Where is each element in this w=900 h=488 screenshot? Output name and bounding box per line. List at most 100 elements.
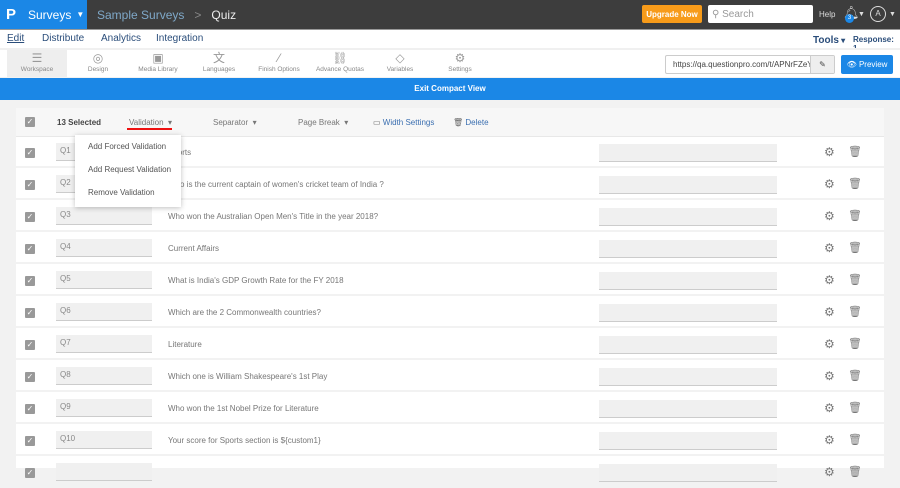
- menu-add-request-validation[interactable]: Add Request Validation: [88, 165, 171, 174]
- gear-icon[interactable]: ⚙: [824, 145, 835, 159]
- chevron-down-icon[interactable]: ▼: [858, 11, 865, 18]
- answer-field[interactable]: [599, 464, 777, 482]
- gear-icon[interactable]: ⚙: [824, 177, 835, 191]
- trash-icon[interactable]: 🗑︎: [848, 177, 862, 190]
- answer-field[interactable]: [599, 176, 777, 194]
- trash-icon[interactable]: 🗑︎: [848, 401, 862, 414]
- answer-field[interactable]: [599, 336, 777, 354]
- question-number-field[interactable]: Q7: [56, 335, 152, 353]
- question-text[interactable]: Current Affairs: [168, 244, 219, 253]
- preview-button[interactable]: 👁︎ Preview: [841, 55, 893, 74]
- question-text[interactable]: Which one is William Shakespeare's 1st P…: [168, 372, 327, 381]
- help-link[interactable]: Help: [819, 10, 835, 19]
- gear-icon[interactable]: ⚙: [824, 305, 835, 319]
- answer-field[interactable]: [599, 368, 777, 386]
- answer-field[interactable]: [599, 304, 777, 322]
- trash-icon[interactable]: 🗑︎: [848, 465, 862, 478]
- answer-field[interactable]: [599, 272, 777, 290]
- gear-icon[interactable]: ⚙: [824, 273, 835, 287]
- validation-dropdown[interactable]: Validation ▾: [129, 118, 172, 127]
- row-checkbox[interactable]: ✓: [25, 468, 35, 478]
- question-number-field[interactable]: Q5: [56, 271, 152, 289]
- gear-icon[interactable]: ⚙: [824, 401, 835, 415]
- survey-url-field[interactable]: https://qa.questionpro.com/t/APNrFZeY ✎: [665, 55, 835, 74]
- trash-icon[interactable]: 🗑︎: [848, 241, 862, 254]
- row-checkbox[interactable]: ✓: [25, 244, 35, 254]
- tab-analytics[interactable]: Analytics: [101, 33, 141, 44]
- width-settings-button[interactable]: ▭ Width Settings: [373, 118, 434, 127]
- trash-icon[interactable]: 🗑︎: [848, 209, 862, 222]
- active-underline: [127, 128, 172, 130]
- question-text[interactable]: Who won the Australian Open Men's Title …: [168, 212, 378, 221]
- question-number-field[interactable]: Q10: [56, 431, 152, 449]
- gear-icon[interactable]: ⚙: [824, 465, 835, 479]
- question-text[interactable]: Which are the 2 Commonwealth countries?: [168, 308, 321, 317]
- tab-integration[interactable]: Integration: [156, 33, 203, 44]
- tool-media-library[interactable]: ▣ Media Library: [128, 50, 188, 77]
- row-checkbox[interactable]: ✓: [25, 148, 35, 158]
- translate-icon: 文: [212, 51, 225, 65]
- upgrade-now-button[interactable]: Upgrade Now: [642, 5, 702, 23]
- trash-icon[interactable]: 🗑︎: [848, 433, 862, 446]
- surveys-menu[interactable]: P Surveys ▼: [0, 0, 87, 29]
- gear-icon[interactable]: ⚙: [824, 209, 835, 223]
- question-text[interactable]: Your score for Sports section is ${custo…: [168, 436, 321, 445]
- question-number-field[interactable]: Q4: [56, 239, 152, 257]
- question-number-field[interactable]: Q3: [56, 207, 152, 225]
- row-checkbox[interactable]: ✓: [25, 308, 35, 318]
- answer-field[interactable]: [599, 240, 777, 258]
- gear-icon[interactable]: ⚙: [824, 241, 835, 255]
- tool-design[interactable]: ◎ Design: [68, 50, 128, 77]
- row-checkbox[interactable]: ✓: [25, 212, 35, 222]
- bulk-actions-header: ✓ 13 Selected Validation ▾ Separator ▾ P…: [16, 108, 884, 137]
- tool-languages[interactable]: 文 Languages: [189, 50, 249, 77]
- row-checkbox[interactable]: ✓: [25, 404, 35, 414]
- question-text[interactable]: Literature: [168, 340, 202, 349]
- tool-workspace[interactable]: ☰ Workspace: [7, 50, 67, 77]
- tool-advance-quotas[interactable]: ⛓ Advance Quotas: [310, 50, 370, 77]
- gear-icon[interactable]: ⚙: [824, 433, 835, 447]
- breadcrumb-sample-surveys[interactable]: Sample Surveys: [97, 8, 184, 22]
- tool-settings[interactable]: ⚙ Settings: [430, 50, 490, 77]
- tool-variables[interactable]: ◇ Variables: [370, 50, 430, 77]
- answer-field[interactable]: [599, 432, 777, 450]
- avatar[interactable]: A: [870, 6, 886, 22]
- trash-icon[interactable]: 🗑︎: [848, 337, 862, 350]
- exit-compact-view-button[interactable]: Exit Compact View: [0, 78, 900, 100]
- tab-edit[interactable]: Edit: [7, 33, 24, 44]
- answer-field[interactable]: [599, 144, 777, 162]
- menu-add-forced-validation[interactable]: Add Forced Validation: [88, 142, 166, 151]
- question-number-field[interactable]: Q9: [56, 399, 152, 417]
- question-number-field[interactable]: Q8: [56, 367, 152, 385]
- delete-button[interactable]: 🗑︎ Delete: [453, 118, 489, 127]
- search-icon: ⚲: [712, 8, 723, 20]
- tab-distribute[interactable]: Distribute: [42, 33, 84, 44]
- trash-icon[interactable]: 🗑︎: [848, 369, 862, 382]
- select-all-checkbox[interactable]: ✓: [25, 117, 35, 127]
- trash-icon[interactable]: 🗑︎: [848, 305, 862, 318]
- menu-remove-validation[interactable]: Remove Validation: [88, 188, 155, 197]
- search-input[interactable]: ⚲ Search: [708, 5, 813, 23]
- validation-label: Validation: [129, 118, 164, 127]
- row-checkbox[interactable]: ✓: [25, 372, 35, 382]
- page-break-dropdown[interactable]: Page Break ▾: [298, 118, 348, 127]
- row-checkbox[interactable]: ✓: [25, 436, 35, 446]
- chevron-down-icon[interactable]: ▼: [889, 11, 896, 18]
- trash-icon[interactable]: 🗑︎: [848, 273, 862, 286]
- tool-finish-options[interactable]: ⁄ Finish Options: [249, 50, 309, 77]
- tools-menu[interactable]: Tools ▾: [813, 35, 845, 46]
- row-checkbox[interactable]: ✓: [25, 340, 35, 350]
- gear-icon[interactable]: ⚙: [824, 369, 835, 383]
- row-checkbox[interactable]: ✓: [25, 180, 35, 190]
- pencil-icon[interactable]: ✎: [810, 56, 834, 73]
- question-number-field[interactable]: Q6: [56, 303, 152, 321]
- trash-icon[interactable]: 🗑︎: [848, 145, 862, 158]
- row-checkbox[interactable]: ✓: [25, 276, 35, 286]
- question-text[interactable]: Who won the 1st Nobel Prize for Literatu…: [168, 404, 319, 413]
- question-text[interactable]: Who is the current captain of women's cr…: [168, 180, 384, 189]
- answer-field[interactable]: [599, 400, 777, 418]
- answer-field[interactable]: [599, 208, 777, 226]
- gear-icon[interactable]: ⚙: [824, 337, 835, 351]
- question-text[interactable]: What is India's GDP Growth Rate for the …: [168, 276, 344, 285]
- separator-dropdown[interactable]: Separator ▾: [213, 118, 257, 127]
